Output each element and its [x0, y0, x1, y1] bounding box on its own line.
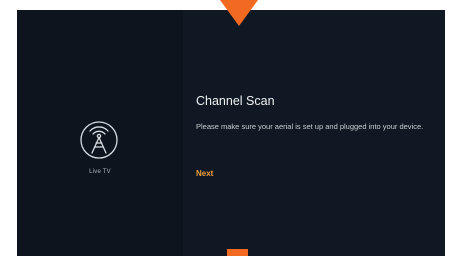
sidebar-panel: Live TV	[17, 10, 183, 256]
page-title: Channel Scan	[196, 94, 275, 108]
focus-pointer-top	[220, 0, 258, 26]
live-tv-label: Live TV	[89, 169, 111, 175]
main-panel: Channel Scan Please make sure your aeria…	[183, 10, 445, 256]
tv-screen: Live TV Channel Scan Please make sure yo…	[17, 10, 445, 256]
next-button[interactable]: Next	[196, 169, 213, 178]
focus-pointer-bottom	[227, 249, 248, 256]
antenna-icon	[79, 120, 119, 160]
instruction-text: Please make sure your aerial is set up a…	[196, 122, 424, 131]
